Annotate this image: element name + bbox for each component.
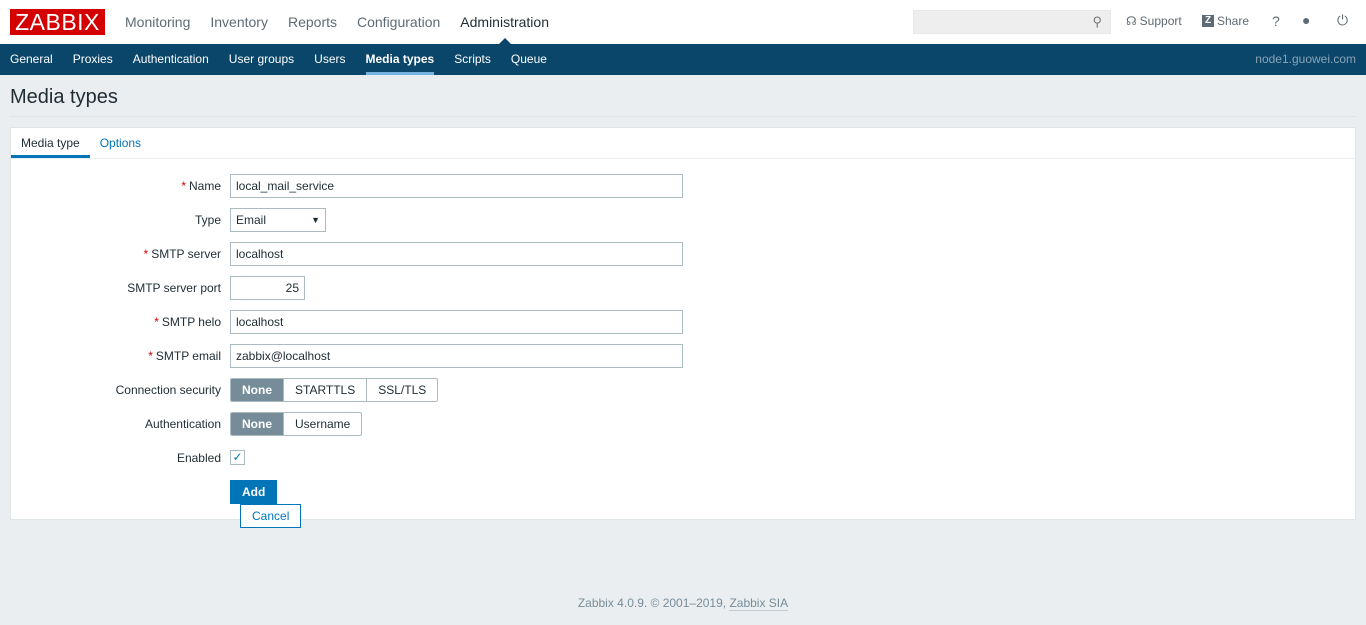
support-link[interactable]: ☊ Support [1126, 14, 1182, 28]
enabled-checkbox[interactable]: ✓ [230, 450, 245, 465]
connection-security-label: Connection security [115, 383, 221, 397]
authentication-none[interactable]: None [231, 413, 283, 435]
subnav-queue[interactable]: Queue [511, 44, 547, 75]
search-input[interactable]: ⚲ [913, 10, 1111, 34]
media-type-form: Media type Options * Name local_mail_servi… [10, 127, 1356, 528]
authentication-radio: None Username and password [230, 412, 363, 436]
connection-security-ssl-tls[interactable]: SSL/TLS [366, 379, 437, 401]
authentication-username-password[interactable]: Username and password [283, 413, 361, 435]
subnav-authentication[interactable]: Authentication [133, 44, 209, 75]
type-select[interactable]: Email ▼ [230, 208, 326, 232]
search-icon[interactable]: ⚲ [1092, 14, 1102, 30]
share-link[interactable]: Z Share [1202, 14, 1249, 28]
zabbix-sia-link[interactable]: Zabbix SIA [729, 596, 789, 611]
cancel-button[interactable]: Cancel [240, 504, 302, 528]
server-name: node1.guowei.com [1255, 52, 1356, 66]
name-label: * Name [181, 179, 221, 193]
subnav-general[interactable]: General [10, 44, 53, 75]
help-button[interactable]: ? [1272, 13, 1280, 29]
zabbix-logo[interactable]: ZABBIX [10, 9, 105, 35]
subnav-user-groups[interactable]: User groups [229, 44, 294, 75]
name-input[interactable]: local_mail_service [230, 174, 683, 198]
type-label: Type [194, 213, 221, 227]
share-label: Share [1217, 14, 1250, 28]
headset-icon: ☊ [1126, 14, 1137, 28]
smtp-email-label: * SMTP email [148, 349, 221, 363]
smtp-server-input[interactable]: localhost [230, 242, 683, 266]
smtp-server-label: * SMTP server [143, 247, 221, 261]
dropdown-arrow-icon: ▼ [311, 215, 320, 225]
share-icon: Z [1202, 15, 1214, 27]
divider [10, 116, 1356, 117]
power-icon[interactable]: ⏻ [1337, 12, 1348, 29]
connection-security-starttls[interactable]: STARTTLS [283, 379, 366, 401]
smtp-helo-label: * SMTP helo [154, 315, 221, 329]
page-title: Media types [10, 86, 118, 108]
main-menu: Monitoring Inventory Reports Configurati… [125, 0, 569, 45]
smtp-email-input[interactable]: zabbix@localhost [230, 344, 683, 368]
connection-security-none[interactable]: None [231, 379, 283, 401]
subnav-proxies[interactable]: Proxies [73, 44, 113, 75]
menu-inventory[interactable]: Inventory [210, 14, 268, 30]
authentication-label: Authentication [144, 417, 221, 431]
user-profile-icon[interactable]: ● [1302, 12, 1310, 28]
footer: Zabbix 4.0.9. © 2001–2019, Zabbix SIA [0, 596, 1366, 611]
enabled-label: Enabled [176, 451, 221, 465]
connection-security-radio: None STARTTLS SSL/TLS [230, 378, 439, 402]
subnav-media-types[interactable]: Media types [365, 44, 434, 75]
subnav-users[interactable]: Users [314, 44, 345, 75]
menu-administration[interactable]: Administration [460, 14, 549, 45]
menu-reports[interactable]: Reports [288, 14, 337, 30]
tab-options[interactable]: Options [90, 128, 151, 158]
support-label: Support [1139, 14, 1182, 28]
add-button[interactable]: Add [230, 480, 278, 504]
tab-media-type[interactable]: Media type [11, 128, 90, 158]
smtp-port-input[interactable]: 25 [230, 276, 305, 300]
smtp-port-label: SMTP server port [127, 281, 221, 295]
smtp-helo-input[interactable]: localhost [230, 310, 683, 334]
top-header: ZABBIX Monitoring Inventory Reports Conf… [0, 0, 1366, 45]
menu-monitoring[interactable]: Monitoring [125, 14, 190, 30]
footer-text: Zabbix 4.0.9. © 2001–2019, [577, 596, 730, 610]
subnav-scripts[interactable]: Scripts [454, 44, 491, 75]
sub-menu: General Proxies Authentication User grou… [0, 44, 1366, 75]
menu-configuration[interactable]: Configuration [357, 14, 440, 30]
